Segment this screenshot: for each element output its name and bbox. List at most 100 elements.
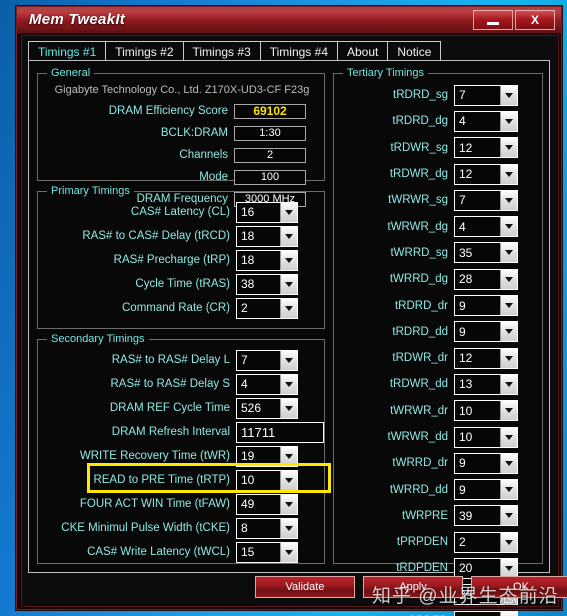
tertiary-combo[interactable]: 4	[454, 110, 518, 132]
primary-row: Command Rate (CR) 2	[38, 296, 324, 320]
tertiary-combo[interactable]: 4	[454, 216, 518, 238]
tab-timings-2[interactable]: Timings #2	[105, 41, 184, 61]
secondary-combo[interactable]: 15	[236, 541, 298, 563]
tertiary-combo[interactable]: 12	[454, 347, 518, 369]
tertiary-combo[interactable]: 28	[454, 268, 518, 290]
tertiary-combo[interactable]: 13	[454, 373, 518, 395]
apply-button[interactable]: Apply	[363, 576, 463, 598]
chevron-down-icon[interactable]	[500, 322, 517, 342]
chevron-down-icon[interactable]	[500, 269, 517, 289]
secondary-combo[interactable]: 526	[236, 397, 298, 419]
tab-timings-1[interactable]: Timings #1	[28, 41, 107, 61]
primary-combo[interactable]: 16	[236, 201, 298, 223]
chevron-down-icon[interactable]	[500, 453, 517, 473]
chevron-down-icon[interactable]	[500, 296, 517, 316]
chevron-down-icon[interactable]	[500, 111, 517, 131]
chevron-down-icon[interactable]	[280, 350, 297, 370]
tertiary-combo[interactable]: 9	[454, 479, 518, 501]
chevron-down-icon[interactable]	[500, 506, 517, 526]
secondary-label: FOUR ACT WIN Time (tFAW)	[79, 498, 230, 510]
tertiary-label: tWRRD_dg	[389, 273, 448, 286]
combo-value: 4	[455, 612, 500, 616]
chevron-down-icon[interactable]	[280, 398, 297, 418]
secondary-combo[interactable]: 19	[236, 445, 298, 467]
tertiary-combo[interactable]: 9	[454, 452, 518, 474]
primary-label: RAS# to CAS# Delay (tRCD)	[82, 230, 230, 242]
primary-rows: CAS# Latency (CL) 16 RAS# to CAS# Delay (t…	[38, 200, 324, 320]
tab-about[interactable]: About	[337, 41, 389, 61]
tab-timings-3[interactable]: Timings #3	[182, 41, 261, 61]
tertiary-label: tRDRD_dr	[394, 299, 448, 312]
minimize-button[interactable]	[473, 10, 513, 30]
primary-combo[interactable]: 18	[236, 225, 298, 247]
secondary-combo[interactable]: 4	[236, 373, 298, 395]
close-button[interactable]: X	[515, 10, 555, 30]
chevron-down-icon[interactable]	[500, 85, 517, 105]
secondary-combo[interactable]: 7	[236, 349, 298, 371]
ok-button[interactable]: OK	[471, 576, 567, 598]
chevron-down-icon[interactable]	[280, 226, 297, 246]
primary-combo[interactable]: 2	[236, 297, 298, 319]
tertiary-combo[interactable]: 4	[454, 610, 518, 616]
tertiary-row: tCPDED4	[334, 608, 542, 616]
tertiary-label: tWRWR_dd	[387, 431, 449, 443]
tertiary-label: tRDWR_dd	[389, 378, 448, 391]
tertiary-label: tWRWR_dr	[390, 404, 448, 417]
tertiary-label: tRDWR_dr	[392, 352, 448, 365]
tertiary-label: tRDWR_dg	[389, 168, 448, 181]
combo-value: 7	[459, 193, 466, 208]
tertiary-combo[interactable]: 10	[454, 400, 518, 422]
tertiary-combo[interactable]: 9	[454, 295, 518, 317]
tertiary-combo[interactable]: 7	[454, 189, 518, 211]
chevron-down-icon[interactable]	[500, 480, 517, 500]
tertiary-combo[interactable]: 9	[454, 321, 518, 343]
secondary-combo[interactable]: 11711	[236, 421, 324, 443]
chevron-down-icon[interactable]	[280, 274, 297, 294]
secondary-combo[interactable]: 10	[236, 469, 298, 491]
primary-combo[interactable]: 18	[236, 249, 298, 271]
tab-timings-4[interactable]: Timings #4	[259, 41, 338, 61]
chevron-down-icon[interactable]	[280, 518, 297, 538]
tertiary-combo[interactable]: 35	[454, 242, 518, 264]
chevron-down-icon[interactable]	[280, 542, 297, 562]
group-secondary-timings: Secondary Timings RAS# to RAS# Delay L7R…	[37, 333, 325, 564]
tab-notice[interactable]: Notice	[387, 41, 442, 61]
chevron-down-icon[interactable]	[280, 298, 297, 318]
window-titlebar[interactable]: Mem TweakIt X	[17, 7, 561, 34]
tab-page-timings-1: General Gigabyte Technology Co., Ltd. Z1…	[28, 60, 550, 616]
primary-combo[interactable]: 38	[236, 273, 298, 295]
chevron-down-icon[interactable]	[280, 494, 297, 514]
chevron-down-icon[interactable]	[280, 202, 297, 222]
motherboard-string: Gigabyte Technology Co., Ltd. Z170X-UD3-…	[54, 84, 310, 96]
secondary-row: FOUR ACT WIN Time (tFAW) 49	[38, 492, 324, 516]
minimize-icon	[487, 22, 499, 25]
tertiary-combo[interactable]: 7	[454, 84, 518, 106]
chevron-down-icon[interactable]	[280, 250, 297, 270]
validate-button[interactable]: Validate	[255, 576, 355, 598]
chevron-down-icon[interactable]	[500, 243, 517, 263]
window-client-area: Timings #1 Timings #2 Timings #3 Timings #4…	[21, 35, 567, 616]
tertiary-combo[interactable]: 10	[454, 426, 518, 448]
secondary-combo[interactable]: 49	[236, 493, 298, 515]
tertiary-combo[interactable]: 12	[454, 163, 518, 185]
chevron-down-icon[interactable]	[500, 532, 517, 552]
chevron-down-icon[interactable]	[280, 446, 297, 466]
chevron-down-icon[interactable]	[500, 427, 517, 447]
chevron-down-icon[interactable]	[500, 138, 517, 158]
tertiary-combo[interactable]: 39	[454, 505, 518, 527]
tertiary-combo[interactable]: 2	[454, 531, 518, 553]
chevron-down-icon[interactable]	[500, 611, 517, 616]
chevron-down-icon[interactable]	[500, 190, 517, 210]
chevron-down-icon[interactable]	[280, 374, 297, 394]
chevron-down-icon[interactable]	[500, 217, 517, 237]
chevron-down-icon[interactable]	[500, 401, 517, 421]
chevron-down-icon[interactable]	[500, 374, 517, 394]
general-row: BCLK:DRAM 1:30	[38, 122, 324, 144]
chevron-down-icon[interactable]	[500, 164, 517, 184]
chevron-down-icon[interactable]	[500, 348, 517, 368]
secondary-combo[interactable]: 8	[236, 517, 298, 539]
tertiary-rows: tRDRD_sg 7 tRDRD_dg 4 tRDWR_sg 12 tRDWR_dg 12 tW…	[334, 82, 542, 616]
secondary-label: CKE Minimul Pulse Width (tCKE)	[61, 522, 230, 534]
tertiary-combo[interactable]: 12	[454, 137, 518, 159]
chevron-down-icon[interactable]	[280, 470, 297, 490]
